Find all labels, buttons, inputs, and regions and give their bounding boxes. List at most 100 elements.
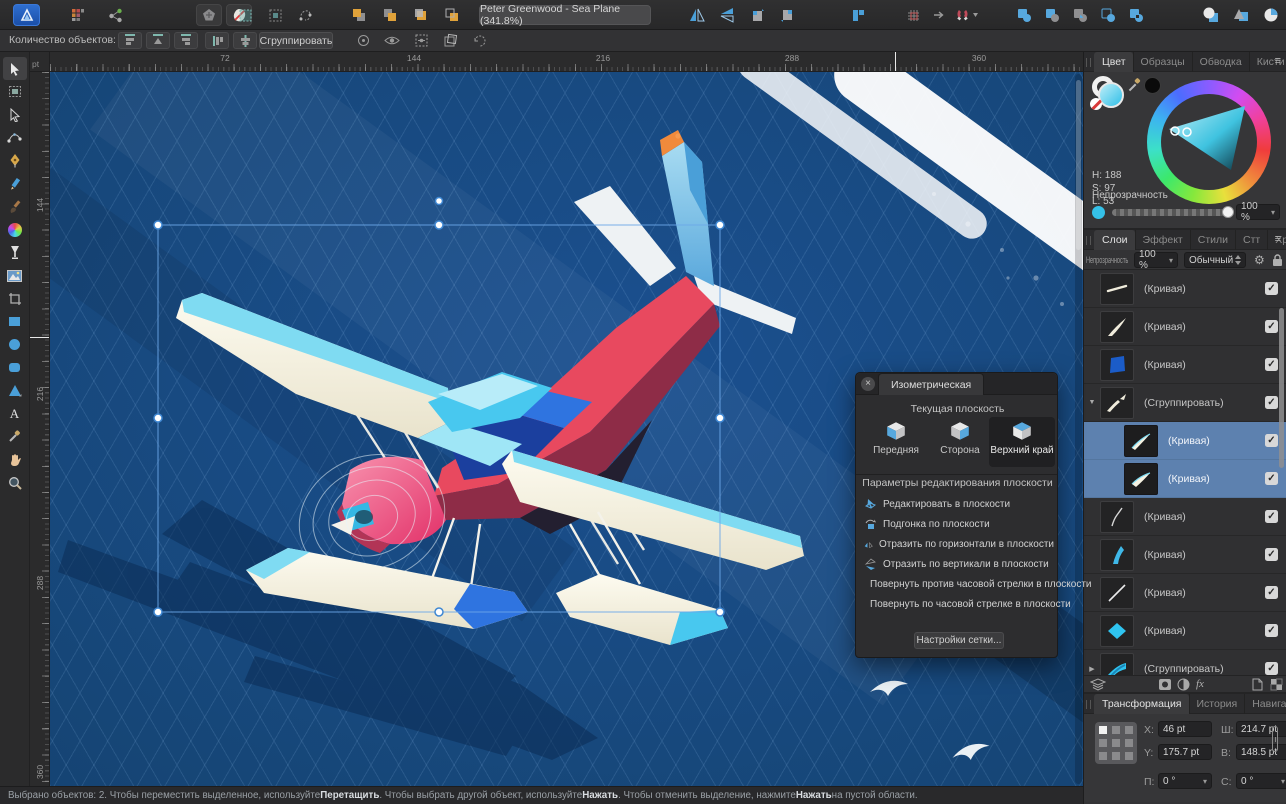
rotate-ccw-button[interactable] [744, 4, 770, 26]
tab-stroke[interactable]: Обводка [1192, 52, 1249, 72]
point-transform-tool[interactable] [3, 126, 27, 149]
layer-row-selected[interactable]: (Кривая)✓ [1084, 460, 1286, 498]
tab-styles[interactable]: Стили [1190, 230, 1235, 250]
badge-button[interactable] [196, 4, 222, 26]
rotate-cw-button[interactable] [774, 4, 800, 26]
expand-collapse-icon[interactable]: ▶ [1084, 665, 1100, 673]
fill-tool[interactable] [3, 218, 27, 241]
move-backward-button[interactable] [407, 4, 434, 26]
ellipse-tool[interactable] [3, 333, 27, 356]
hue-wheel[interactable] [1147, 80, 1271, 204]
rotation-select[interactable]: 0 °▾ [1158, 773, 1212, 789]
layer-visibility-checkbox[interactable]: ✓ [1265, 472, 1278, 485]
tab-navigator[interactable]: Навигатор [1244, 694, 1286, 714]
rounded-rectangle-tool[interactable] [3, 356, 27, 379]
layer-visibility-checkbox[interactable]: ✓ [1265, 434, 1278, 447]
pen-tool[interactable] [3, 149, 27, 172]
persona-pixel-button[interactable] [1228, 4, 1254, 26]
x-input[interactable] [1158, 721, 1212, 737]
layer-row[interactable]: (Кривая)✓ [1084, 574, 1286, 612]
vector-crop-tool[interactable] [3, 287, 27, 310]
align-top-button[interactable] [205, 32, 229, 49]
gear-icon[interactable]: ⚙ [1254, 253, 1265, 267]
align-left-button[interactable] [118, 32, 142, 49]
plane-top-button[interactable]: Верхний край [989, 417, 1055, 467]
layer-thumbnail[interactable] [1124, 425, 1158, 457]
flip-horizontal-plane-item[interactable]: Отразить по горизонтали в плоскости [864, 535, 1054, 553]
artboard-tool[interactable] [3, 80, 27, 103]
layer-thumbnail[interactable] [1124, 463, 1158, 495]
tab-layers[interactable]: Слои [1094, 230, 1135, 250]
panel-grip[interactable] [1086, 58, 1091, 67]
transparency-tool[interactable] [3, 241, 27, 264]
panel-grip[interactable] [1086, 236, 1091, 245]
group-button[interactable]: Сгруппировать [259, 32, 333, 49]
panel-menu-icon[interactable]: ≡ [1275, 233, 1281, 245]
fx-button[interactable]: fx [1196, 678, 1204, 690]
layer-thumbnail[interactable] [1100, 539, 1134, 571]
no-color-swatch[interactable] [1090, 98, 1102, 110]
canvas-scrollbar-thumb[interactable] [1076, 80, 1081, 250]
layer-thumbnail[interactable] [1100, 653, 1134, 676]
layer-thumbnail[interactable] [1100, 387, 1134, 419]
edit-in-plane-item[interactable]: Редактировать в плоскости [864, 495, 1054, 513]
selection-visibility-button[interactable] [381, 32, 403, 49]
layer-visibility-checkbox[interactable]: ✓ [1265, 320, 1278, 333]
move-to-front-button[interactable] [345, 4, 372, 26]
vertical-ruler[interactable]: 144 216 288 360 [30, 72, 50, 786]
layer-visibility-checkbox[interactable]: ✓ [1265, 396, 1278, 409]
freehand-select-button[interactable] [292, 4, 318, 26]
ruler-unit-corner[interactable]: pt [30, 52, 50, 72]
layer-row[interactable]: (Кривая)✓ [1084, 346, 1286, 384]
link-dimensions-icon[interactable] [1272, 726, 1278, 752]
shear-select[interactable]: 0 °▾ [1236, 773, 1286, 789]
layer-thumbnail[interactable] [1100, 577, 1134, 609]
move-to-back-button[interactable] [438, 4, 465, 26]
boolean-divide-button[interactable] [1096, 4, 1120, 26]
opacity-color-dot[interactable] [1092, 206, 1105, 219]
close-icon[interactable]: × [861, 377, 875, 391]
layer-row[interactable]: (Кривая)✓ [1084, 270, 1286, 308]
boolean-combine-button[interactable] [1124, 4, 1148, 26]
adjustment-layer-button[interactable] [1177, 678, 1190, 691]
secondary-color-swatch[interactable] [1144, 77, 1161, 94]
layer-row[interactable]: (Кривая)✓ [1084, 308, 1286, 346]
horizontal-ruler[interactable]: 72 144 216 288 360 [50, 52, 1083, 72]
grid-settings-button[interactable]: Настройки сетки... [914, 632, 1004, 649]
pencil-tool[interactable] [3, 172, 27, 195]
snap-arrow-button[interactable] [928, 4, 950, 26]
hand-tool[interactable] [3, 448, 27, 471]
plane-front-button[interactable]: Передняя [863, 420, 929, 463]
boolean-subtract-button[interactable] [1040, 4, 1064, 26]
layer-visibility-checkbox[interactable]: ✓ [1265, 358, 1278, 371]
layer-row-selected[interactable]: (Кривая)✓ [1084, 422, 1286, 460]
hide-selection-button[interactable] [468, 32, 490, 49]
layer-thumbnail[interactable] [1100, 273, 1134, 305]
marquee-select-button[interactable] [232, 4, 258, 26]
expand-collapse-icon[interactable]: ▼ [1084, 399, 1100, 406]
boolean-add-button[interactable] [1012, 4, 1036, 26]
persona-export-button[interactable] [1258, 4, 1284, 26]
app-logo[interactable] [13, 4, 40, 26]
persona-designer-button[interactable] [1198, 4, 1224, 26]
brush-tool[interactable] [3, 195, 27, 218]
plane-side-button[interactable]: Сторона [927, 420, 993, 463]
rectangle-tool[interactable] [3, 310, 27, 333]
layer-visibility-checkbox[interactable]: ✓ [1265, 624, 1278, 637]
fit-to-plane-item[interactable]: Подгонка по плоскости [864, 515, 1054, 533]
layer-visibility-checkbox[interactable]: ✓ [1265, 282, 1278, 295]
layer-visibility-checkbox[interactable]: ✓ [1265, 548, 1278, 561]
rotation-handle[interactable] [436, 198, 443, 205]
share-button[interactable] [103, 4, 127, 26]
grid-toggle-button[interactable] [900, 4, 926, 26]
isometric-panel-header[interactable]: × Изометрическая [856, 373, 1057, 395]
document-title[interactable]: Peter Greenwood - Sea Plane (341.8%) [479, 5, 651, 25]
align-middle-button[interactable] [233, 32, 257, 49]
node-tool[interactable] [3, 103, 27, 126]
align-right-button[interactable] [174, 32, 198, 49]
flip-vertical-plane-item[interactable]: Отразить по вертикали в плоскости [864, 555, 1054, 573]
snapping-button[interactable] [952, 4, 982, 26]
anchor-point-selector[interactable] [1095, 722, 1137, 764]
isometric-panel-tab[interactable]: Изометрическая [878, 373, 984, 395]
layer-thumbnail[interactable] [1100, 501, 1134, 533]
